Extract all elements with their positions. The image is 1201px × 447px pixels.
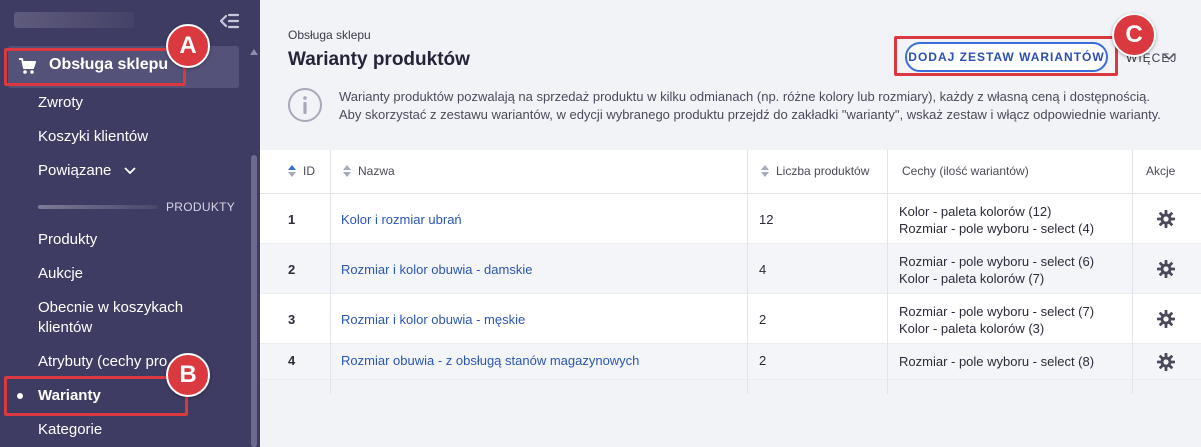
highlight-box-c: [894, 36, 1118, 76]
sidebar-item-customer-carts[interactable]: Koszyki klientów: [38, 127, 148, 147]
annotation-badge-c: C: [1112, 13, 1156, 57]
breadcrumb[interactable]: Obsługa sklepu: [288, 28, 371, 42]
annotation-badge-b: B: [166, 353, 210, 397]
table-row: 1 Kolor i rozmiar ubrań 12 Kolor - palet…: [260, 194, 1201, 244]
gear-icon[interactable]: [1157, 210, 1175, 228]
column-divider: [1132, 150, 1133, 394]
sort-icon: [343, 165, 351, 177]
row-id: 4: [288, 353, 296, 368]
column-header-count[interactable]: Liczba produktów: [761, 164, 869, 178]
sidebar-group-divider: [38, 205, 158, 209]
sidebar-top-bar: [0, 0, 260, 40]
row-features: Rozmiar - pole wyboru - select (6) Kolor…: [899, 254, 1095, 286]
row-product-count: 4: [759, 262, 767, 277]
page-title: Warianty produktów: [288, 49, 470, 70]
sidebar-item-categories[interactable]: Kategorie: [38, 420, 102, 440]
gear-icon[interactable]: [1157, 260, 1175, 278]
scroll-up-icon[interactable]: [250, 49, 258, 55]
column-header-name[interactable]: Nazwa: [343, 164, 395, 178]
row-name-link[interactable]: Rozmiar i kolor obuwia - męskie: [341, 312, 525, 327]
table-header: ID Nazwa Liczba produktów Cechy (ilość w…: [260, 150, 1201, 194]
variants-table: ID Nazwa Liczba produktów Cechy (ilość w…: [260, 150, 1201, 394]
sort-icon: [761, 165, 769, 177]
highlight-box-b: [4, 376, 188, 416]
row-product-count: 2: [759, 312, 767, 327]
sidebar-item-label: Powiązane: [38, 162, 112, 179]
column-divider: [747, 150, 748, 394]
sort-icon: [288, 165, 296, 177]
sidebar-item-in-carts[interactable]: Obecnie w koszykach klientów: [38, 298, 228, 338]
row-product-count: 2: [759, 353, 767, 368]
sidebar-group-label: PRODUKTY: [166, 200, 236, 214]
collapse-sidebar-icon[interactable]: [218, 10, 240, 32]
row-name-link[interactable]: Kolor i rozmiar ubrań: [341, 212, 462, 227]
column-divider: [330, 150, 331, 394]
row-features: Rozmiar - pole wyboru - select (7) Kolor…: [899, 304, 1095, 336]
sidebar: Obsługa sklepu Zwroty Koszyki klientów P…: [0, 0, 260, 447]
highlight-box-a: [4, 48, 186, 86]
column-header-actions: Akcje: [1146, 164, 1176, 178]
sidebar-item-attributes[interactable]: Atrybuty (cechy pro: [38, 352, 167, 372]
info-line-2: Aby skorzystać z zestawu wariantów, w ed…: [339, 107, 1161, 122]
sidebar-item-returns[interactable]: Zwroty: [38, 93, 83, 113]
info-icon: [288, 88, 322, 122]
row-features: Rozmiar - pole wyboru - select (8): [899, 354, 1095, 369]
row-name-link[interactable]: Rozmiar i kolor obuwia - damskie: [341, 262, 532, 277]
info-line-1: Warianty produktów pozwalają na sprzedaż…: [339, 89, 1150, 104]
info-description: Warianty produktów pozwalają na sprzedaż…: [339, 88, 1189, 124]
sidebar-scrollbar[interactable]: [251, 155, 257, 447]
row-name-link[interactable]: Rozmiar obuwia - z obsługą stanów magazy…: [341, 353, 639, 368]
column-header-id[interactable]: ID: [288, 164, 315, 178]
sidebar-item-products[interactable]: Produkty: [38, 230, 97, 250]
chevron-down-icon: [123, 167, 136, 175]
row-id: 1: [288, 212, 296, 227]
row-id: 2: [288, 262, 296, 277]
table-row: 4 Rozmiar obuwia - z obsługą stanów maga…: [260, 344, 1201, 380]
shop-logo: [14, 12, 134, 28]
row-product-count: 12: [759, 212, 774, 227]
chevron-down-icon[interactable]: [1163, 53, 1175, 61]
gear-icon[interactable]: [1157, 353, 1175, 371]
row-features: Kolor - paleta kolorów (12) Rozmiar - po…: [899, 204, 1095, 236]
column-divider: [887, 150, 888, 394]
annotation-badge-a: A: [166, 24, 210, 68]
table-row: 2 Rozmiar i kolor obuwia - damskie 4 Roz…: [260, 244, 1201, 294]
column-header-features: Cechy (ilość wariantów): [902, 164, 1029, 178]
table-row: 3 Rozmiar i kolor obuwia - męskie 2 Rozm…: [260, 294, 1201, 344]
sidebar-item-related[interactable]: Powiązane: [38, 161, 136, 181]
row-id: 3: [288, 312, 296, 327]
sidebar-item-auctions[interactable]: Aukcje: [38, 264, 83, 284]
gear-icon[interactable]: [1157, 310, 1175, 328]
main-content: Obsługa sklepu Warianty produktów DODAJ …: [260, 0, 1201, 447]
